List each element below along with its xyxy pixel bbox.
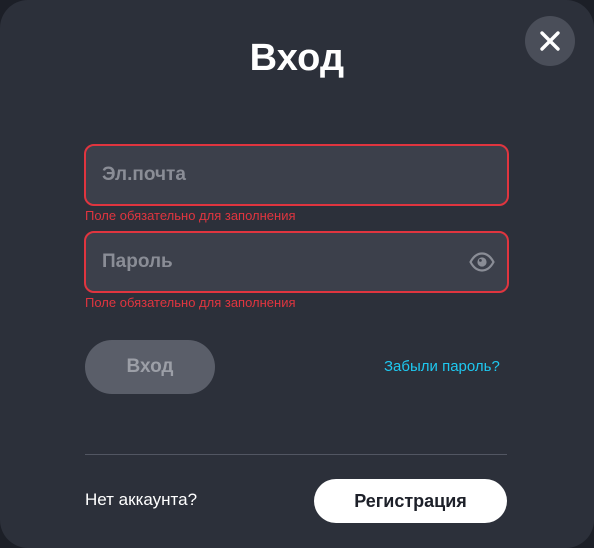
password-input[interactable] [86, 233, 507, 291]
no-account-text: Нет аккаунта? [85, 490, 198, 509]
register-button[interactable]: Регистрация [314, 479, 507, 523]
email-error-message: Поле обязательно для заполнения [85, 208, 296, 223]
forgot-password-link[interactable]: Забыли пароль? [384, 357, 500, 377]
divider [85, 454, 507, 455]
password-error-message: Поле обязательно для заполнения [85, 295, 296, 310]
login-dialog: Вход Поле обязательно для заполнения Пол… [0, 0, 594, 548]
close-button[interactable] [525, 16, 575, 66]
close-icon [540, 31, 560, 51]
dialog-title: Вход [249, 37, 345, 79]
eye-icon[interactable] [469, 252, 495, 272]
login-button[interactable]: Вход [85, 340, 215, 394]
password-field [84, 231, 509, 293]
email-input[interactable] [86, 146, 507, 204]
email-field [84, 144, 509, 206]
